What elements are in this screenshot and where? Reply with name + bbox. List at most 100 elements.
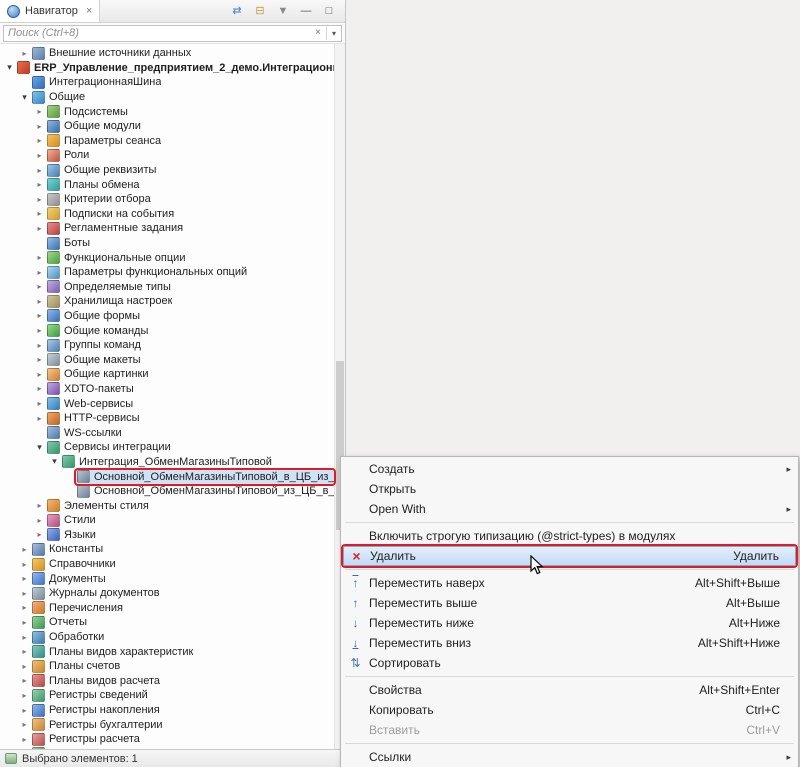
expand-arrow-icon[interactable]: ▸	[33, 326, 46, 335]
tree-item-content[interactable]: Обработки	[31, 630, 334, 644]
expand-arrow-icon[interactable]: ▸	[33, 195, 46, 204]
maximize-icon[interactable]: □	[321, 3, 337, 19]
tree-item-content[interactable]: Константы	[31, 542, 334, 556]
filter-icon[interactable]: ▼	[275, 3, 291, 19]
tree-item[interactable]: ▸Регламентные задания	[0, 221, 334, 236]
search-clear-icon[interactable]: ×	[310, 28, 326, 38]
collapse-arrow-icon[interactable]: ▾	[33, 442, 46, 453]
expand-arrow-icon[interactable]: ▸	[18, 676, 31, 685]
expand-arrow-icon[interactable]: ▸	[33, 122, 46, 131]
expand-arrow-icon[interactable]: ▸	[33, 107, 46, 116]
tree-item[interactable]: ▸Регистры расчета	[0, 732, 334, 747]
tree-item-content[interactable]: Общие реквизиты	[46, 163, 334, 177]
tree-item-content[interactable]: Параметры функциональных опций	[46, 265, 334, 279]
tree-item-content[interactable]: Web-сервисы	[46, 397, 334, 411]
expand-arrow-icon[interactable]: ▸	[33, 282, 46, 291]
tree-item[interactable]: ▸Планы обмена	[0, 177, 334, 192]
tree-item[interactable]: ▸Общие макеты	[0, 352, 334, 367]
expand-arrow-icon[interactable]: ▸	[33, 530, 46, 539]
tree-item[interactable]: ▾ERP_Управление_предприятием_2_демо.Инте…	[0, 61, 334, 76]
menu-item-create[interactable]: Создать▸	[343, 459, 796, 479]
tree-item[interactable]: ▸Общие модули	[0, 119, 334, 134]
tree-item-content[interactable]: Бизнес-процессы	[31, 747, 334, 749]
tree-item[interactable]: Основной_ОбменМагазиныТиповой_в_ЦБ_из_Ма…	[0, 469, 334, 484]
tree-item-content[interactable]: Общие	[31, 90, 334, 104]
close-icon[interactable]: ×	[86, 6, 92, 17]
tree-item-content[interactable]: Функциональные опции	[46, 251, 334, 265]
tree-item-content[interactable]: Боты	[46, 236, 334, 250]
tree-item[interactable]: ▸Документы	[0, 571, 334, 586]
tree-item-content[interactable]: Общие модули	[46, 119, 334, 133]
tree-item-content[interactable]: Справочники	[31, 557, 334, 571]
tree-item[interactable]: ▸Группы команд	[0, 338, 334, 353]
link-with-editor-icon[interactable]: ⇄	[229, 3, 245, 19]
tree-item[interactable]: ▸Общие реквизиты	[0, 163, 334, 178]
expand-arrow-icon[interactable]: ▸	[18, 647, 31, 656]
expand-arrow-icon[interactable]: ▸	[18, 49, 31, 58]
collapse-all-icon[interactable]: ⊟	[252, 3, 268, 19]
tree-item-content[interactable]: ИнтеграционнаяШина	[31, 75, 334, 89]
expand-arrow-icon[interactable]: ▸	[33, 209, 46, 218]
expand-arrow-icon[interactable]: ▸	[18, 720, 31, 729]
tree-item[interactable]: ▾Общие	[0, 90, 334, 105]
expand-arrow-icon[interactable]: ▸	[33, 268, 46, 277]
tree-item-content[interactable]: Основной_ОбменМагазиныТиповой_в_ЦБ_из_Ма…	[76, 470, 334, 484]
expand-arrow-icon[interactable]: ▸	[18, 603, 31, 612]
tree-item[interactable]: ▸Регистры накопления	[0, 703, 334, 718]
tree-item[interactable]: ▸Определяемые типы	[0, 280, 334, 295]
expand-arrow-icon[interactable]: ▸	[33, 355, 46, 364]
expand-arrow-icon[interactable]: ▸	[18, 691, 31, 700]
menu-item-open[interactable]: Открыть	[343, 479, 796, 499]
menu-item-copy[interactable]: КопироватьCtrl+C	[343, 700, 796, 720]
menu-item-move-top[interactable]: ↑Переместить наверхAlt+Shift+Выше	[343, 573, 796, 593]
tree-item[interactable]: ▸Планы видов расчета	[0, 674, 334, 689]
expand-arrow-icon[interactable]: ▸	[18, 706, 31, 715]
tree-item[interactable]: ▸Роли	[0, 148, 334, 163]
tree-item-content[interactable]: Языки	[46, 528, 334, 542]
tree-item[interactable]: ▾Интеграция_ОбменМагазиныТиповой	[0, 455, 334, 470]
tree-item[interactable]: ▸XDTO-пакеты	[0, 382, 334, 397]
tree-item[interactable]: ▸HTTP-сервисы	[0, 411, 334, 426]
expand-arrow-icon[interactable]: ▸	[33, 253, 46, 262]
tree-item-content[interactable]: Определяемые типы	[46, 280, 334, 294]
expand-arrow-icon[interactable]: ▸	[33, 297, 46, 306]
tree-item[interactable]: ▸Общие команды	[0, 323, 334, 338]
expand-arrow-icon[interactable]: ▸	[33, 414, 46, 423]
tree-item[interactable]: ▸Журналы документов	[0, 586, 334, 601]
tree-item-content[interactable]: Основной_ОбменМагазиныТиповой_из_ЦБ_в_Ма…	[76, 484, 334, 498]
tree-item[interactable]: ▸Параметры функциональных опций	[0, 265, 334, 280]
menu-item-delete[interactable]: ×УдалитьУдалить	[343, 546, 796, 566]
tree-item-content[interactable]: ERP_Управление_предприятием_2_демо.Интег…	[16, 61, 334, 75]
tree-item[interactable]: ▸Константы	[0, 542, 334, 557]
expand-arrow-icon[interactable]: ▸	[33, 501, 46, 510]
search-input[interactable]	[4, 27, 310, 39]
tree-item[interactable]: ▸Подсистемы	[0, 104, 334, 119]
tree-item-content[interactable]: Регламентные задания	[46, 221, 334, 235]
tree-item-content[interactable]: Перечисления	[31, 601, 334, 615]
tree-item[interactable]: ▸Функциональные опции	[0, 250, 334, 265]
tree-item[interactable]: ▸Языки	[0, 528, 334, 543]
tree-item-content[interactable]: HTTP-сервисы	[46, 411, 334, 425]
tree-item-content[interactable]: Группы команд	[46, 338, 334, 352]
tree-item-content[interactable]: Общие макеты	[46, 353, 334, 367]
tree-item-content[interactable]: Внешние источники данных	[31, 46, 334, 60]
expand-arrow-icon[interactable]: ▸	[33, 399, 46, 408]
tree-item-content[interactable]: Общие картинки	[46, 367, 334, 381]
tree-item-content[interactable]: Критерии отбора	[46, 192, 334, 206]
collapse-arrow-icon[interactable]: ▾	[48, 456, 61, 467]
tree-item-content[interactable]: Хранилища настроек	[46, 294, 334, 308]
tree-item-content[interactable]: Регистры сведений	[31, 688, 334, 702]
tree-item-content[interactable]: Регистры расчета	[31, 732, 334, 746]
collapse-arrow-icon[interactable]: ▾	[3, 62, 16, 73]
tree-item-content[interactable]: Параметры сеанса	[46, 134, 334, 148]
expand-arrow-icon[interactable]: ▸	[33, 341, 46, 350]
menu-item-strict-types[interactable]: Включить строгую типизацию (@strict-type…	[343, 526, 796, 546]
tree-item[interactable]: ▸Элементы стиля	[0, 498, 334, 513]
expand-arrow-icon[interactable]: ▸	[18, 574, 31, 583]
tree-item[interactable]: ▸Планы видов характеристик	[0, 644, 334, 659]
expand-arrow-icon[interactable]: ▸	[33, 151, 46, 160]
tree-item[interactable]: ▸Справочники	[0, 557, 334, 572]
tree-item-content[interactable]: Сервисы интеграции	[46, 440, 334, 454]
tree-item-content[interactable]: Планы счетов	[31, 659, 334, 673]
tree-item-content[interactable]: Планы видов расчета	[31, 674, 334, 688]
